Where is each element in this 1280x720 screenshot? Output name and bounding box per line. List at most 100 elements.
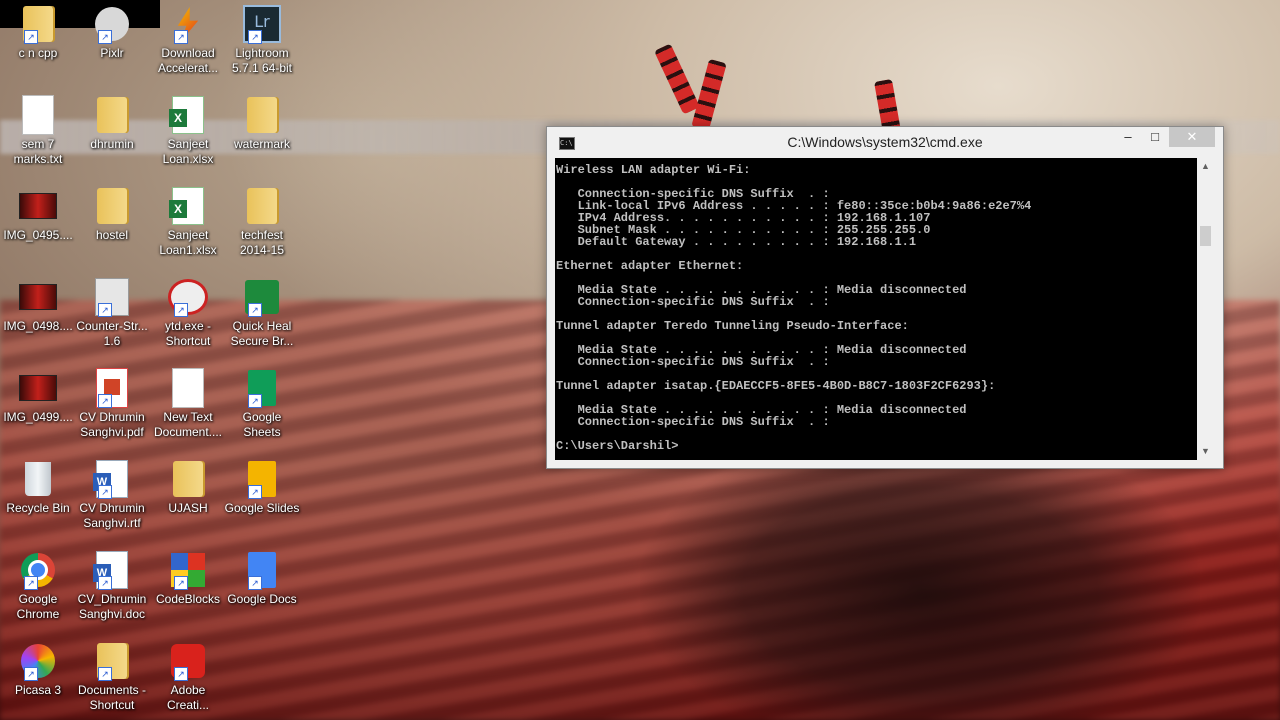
adobe-cc-icon: ↗ — [168, 641, 208, 681]
desktop-icon[interactable]: ↗ Documents - Shortcut — [74, 641, 150, 713]
desktop-icon[interactable]: Sanjeet Loan.xlsx — [150, 95, 226, 167]
folder-shortcut-icon: ↗ — [18, 4, 58, 44]
desktop-icon-label: sem 7 marks.txt — [13, 137, 63, 166]
desktop-icon[interactable]: ↗ c n cpp — [0, 4, 76, 61]
desktop-icon[interactable]: ↗ Quick Heal Secure Br... — [224, 277, 300, 349]
text-file-icon — [18, 95, 58, 135]
desktop-icon-label: Recycle Bin — [6, 501, 70, 515]
desktop-icon-label: ytd.exe - Shortcut — [164, 319, 212, 348]
desktop-icon-label: Google Sheets — [242, 410, 282, 439]
excel-icon — [168, 186, 208, 226]
lightroom-icon: Lr ↗ — [242, 4, 282, 44]
word-icon: ↗ — [92, 550, 132, 590]
cmd-console[interactable]: Wireless LAN adapter Wi-Fi: Connection-s… — [555, 158, 1197, 460]
desktop-icon[interactable]: ↗ CodeBlocks — [150, 550, 226, 607]
desktop-icon-label: Counter-Str... 1.6 — [76, 319, 148, 348]
maximize-button[interactable]: □ — [1142, 127, 1168, 147]
ytd-icon: ↗ — [168, 277, 208, 317]
desktop-icon[interactable]: UJASH — [150, 459, 226, 516]
desktop-icon[interactable]: ↗CV_Dhrumin Sanghvi.doc — [74, 550, 150, 622]
scrollbar-thumb[interactable] — [1200, 226, 1211, 246]
desktop-icon-label: hostel — [95, 228, 129, 242]
folder-icon — [242, 186, 282, 226]
codeblocks-icon: ↗ — [168, 550, 208, 590]
desktop-icon-label: c n cpp — [18, 46, 58, 60]
desktop-icon[interactable]: ↗ Counter-Str... 1.6 — [74, 277, 150, 349]
desktop-icon-label: dhrumin — [90, 137, 134, 151]
desktop-icon-label: Download Accelerat... — [157, 46, 219, 75]
desktop-icon[interactable]: ↗CV Dhrumin Sanghvi.rtf — [74, 459, 150, 531]
desktop-icon-label: Google Chrome — [16, 592, 60, 621]
desktop-icon-label: Google Docs — [227, 592, 297, 606]
desktop-icon[interactable]: Recycle Bin — [0, 459, 76, 516]
desktop-icon[interactable]: ↗ ytd.exe - Shortcut — [150, 277, 226, 349]
image-icon — [18, 186, 58, 226]
folder-shortcut-icon: ↗ — [92, 641, 132, 681]
picasa-icon: ↗ — [18, 641, 58, 681]
desktop-icon[interactable]: ↗ Google Slides — [224, 459, 300, 516]
cmd-window[interactable]: C:\ C:\Windows\system32\cmd.exe – □ ✕ Wi… — [546, 126, 1224, 469]
close-button[interactable]: ✕ — [1169, 127, 1215, 147]
desktop-icon[interactable]: sem 7 marks.txt — [0, 95, 76, 167]
folder-icon — [242, 95, 282, 135]
chrome-icon: ↗ — [18, 550, 58, 590]
desktop-icon-label: IMG_0498.... — [3, 319, 73, 333]
google-docs-icon: ↗ — [242, 550, 282, 590]
quick-heal-icon: ↗ — [242, 277, 282, 317]
folder-icon — [168, 459, 208, 499]
google-sheets-icon: ↗ — [242, 368, 282, 408]
desktop-icon[interactable]: ↗ Download Accelerat... — [150, 4, 226, 76]
desktop-icon-label: Pixlr — [100, 46, 124, 60]
desktop-icon[interactable]: ↗ Adobe Creati... — [150, 641, 226, 713]
desktop-icon-label: watermark — [233, 137, 290, 151]
desktop-icon-label: CV_Dhrumin Sanghvi.doc — [77, 592, 147, 621]
desktop-icon-label: techfest 2014-15 — [239, 228, 285, 257]
desktop-icon-label: IMG_0495.... — [3, 228, 73, 242]
desktop-icon-label: IMG_0499.... — [3, 410, 73, 424]
desktop-icon-label: Adobe Creati... — [166, 683, 209, 712]
desktop-icon-label: Documents - Shortcut — [77, 683, 147, 712]
pixlr-icon: ↗ — [92, 4, 132, 44]
text-file-icon — [168, 368, 208, 408]
recycle-bin-icon — [18, 459, 58, 499]
desktop-icon[interactable]: IMG_0499.... — [0, 368, 76, 425]
image-icon — [18, 277, 58, 317]
wallpaper-robot-arm — [654, 43, 700, 115]
desktop-icon[interactable]: ↗ Google Chrome — [0, 550, 76, 622]
excel-icon — [168, 95, 208, 135]
desktop-icon[interactable]: hostel — [74, 186, 150, 243]
scroll-up-icon[interactable]: ▲ — [1197, 158, 1214, 175]
cmd-title-bar[interactable]: C:\ C:\Windows\system32\cmd.exe – □ ✕ — [547, 127, 1223, 157]
desktop-icon[interactable]: Lr ↗ Lightroom 5.7.1 64-bit — [224, 4, 300, 76]
desktop-icon-label: Google Slides — [224, 501, 300, 515]
word-icon: ↗ — [92, 459, 132, 499]
cmd-scrollbar[interactable]: ▲ ▼ — [1197, 158, 1214, 460]
desktop-icon-label: CV Dhrumin Sanghvi.rtf — [79, 501, 145, 530]
desktop-icon-label: New Text Document.... — [153, 410, 223, 439]
desktop-icon[interactable]: dhrumin — [74, 95, 150, 152]
desktop-icon[interactable]: IMG_0495.... — [0, 186, 76, 243]
desktop-icon[interactable]: techfest 2014-15 — [224, 186, 300, 258]
counter-strike-icon: ↗ — [92, 277, 132, 317]
cmd-output: Wireless LAN adapter Wi-Fi: Connection-s… — [556, 163, 1032, 453]
desktop-icon[interactable]: IMG_0498.... — [0, 277, 76, 334]
desktop-icon[interactable]: Sanjeet Loan1.xlsx — [150, 186, 226, 258]
desktop-icon-label: CV Dhrumin Sanghvi.pdf — [79, 410, 145, 439]
download-accelerator-icon: ↗ — [168, 4, 208, 44]
google-slides-icon: ↗ — [242, 459, 282, 499]
desktop-icon-label: UJASH — [168, 501, 208, 515]
desktop-icon-label: Quick Heal Secure Br... — [230, 319, 294, 348]
minimize-button[interactable]: – — [1115, 127, 1141, 147]
desktop-icon-label: Sanjeet Loan.xlsx — [162, 137, 214, 166]
desktop-icon[interactable]: ↗ Picasa 3 — [0, 641, 76, 698]
desktop-icon-label: Picasa 3 — [14, 683, 62, 697]
wallpaper-robot — [640, 430, 1200, 720]
pdf-icon: ↗ — [92, 368, 132, 408]
desktop-icon[interactable]: ↗ Google Sheets — [224, 368, 300, 440]
scroll-down-icon[interactable]: ▼ — [1197, 443, 1214, 460]
desktop-icon[interactable]: New Text Document.... — [150, 368, 226, 440]
desktop-icon[interactable]: watermark — [224, 95, 300, 152]
desktop-icon[interactable]: ↗ Google Docs — [224, 550, 300, 607]
desktop-icon[interactable]: ↗ Pixlr — [74, 4, 150, 61]
desktop-icon[interactable]: ↗ CV Dhrumin Sanghvi.pdf — [74, 368, 150, 440]
